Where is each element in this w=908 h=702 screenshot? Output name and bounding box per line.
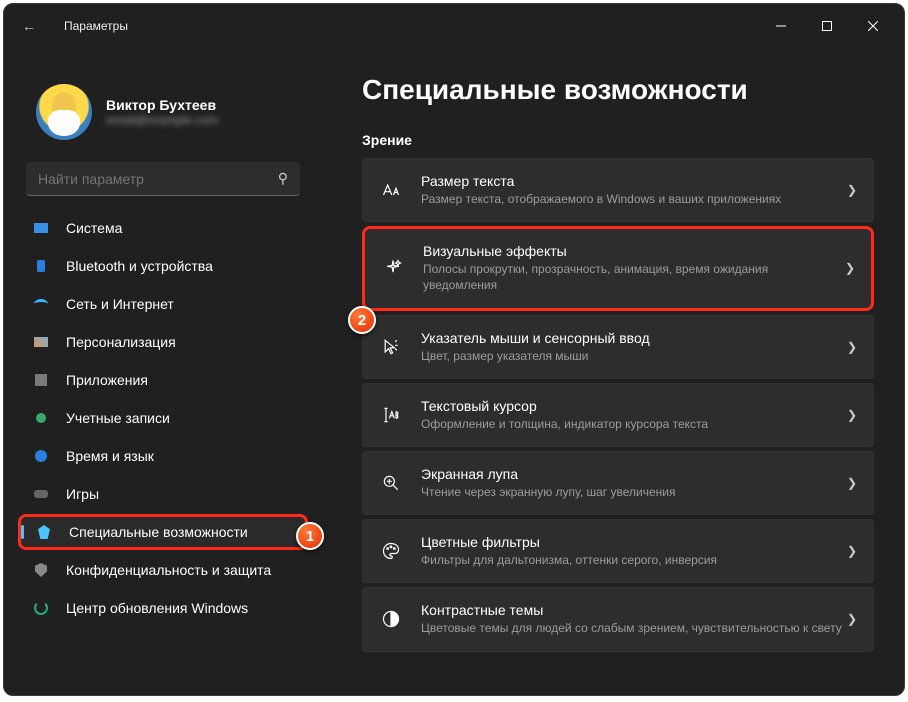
sidebar-item-label: Игры — [66, 486, 99, 502]
annotation-badge-1: 1 — [296, 522, 324, 550]
sidebar-item-accounts[interactable]: Учетные записи — [18, 400, 308, 436]
back-button[interactable]: ← — [22, 18, 46, 34]
close-button[interactable] — [850, 10, 896, 42]
card-subtitle: Фильтры для дальтонизма, оттенки серого,… — [421, 552, 847, 568]
accounts-icon — [32, 409, 50, 427]
card-visual-effects[interactable]: Визуальные эффекты Полосы прокрутки, про… — [362, 226, 874, 310]
chevron-right-icon: ❯ — [847, 408, 857, 422]
gamepad-icon — [32, 485, 50, 503]
user-info: Виктор Бухтеев email@example.com — [106, 97, 218, 127]
sidebar-item-label: Приложения — [66, 372, 148, 388]
window-title: Параметры — [64, 19, 128, 33]
sidebar-item-label: Bluetooth и устройства — [66, 258, 213, 274]
sidebar-item-label: Время и язык — [66, 448, 154, 464]
card-subtitle: Размер текста, отображаемого в Windows и… — [421, 191, 847, 207]
cursor-icon — [377, 337, 405, 357]
sidebar-item-privacy[interactable]: Конфиденциальность и защита — [18, 552, 308, 588]
card-title: Указатель мыши и сенсорный ввод — [421, 330, 847, 346]
accessibility-icon — [35, 523, 53, 541]
annotation-badge-2: 2 — [348, 306, 376, 334]
magnifier-icon — [377, 473, 405, 493]
maximize-button[interactable] — [804, 10, 850, 42]
sidebar-item-gaming[interactable]: Игры — [18, 476, 308, 512]
sidebar-item-label: Персонализация — [66, 334, 176, 350]
titlebar: ← Параметры — [4, 4, 904, 48]
card-mouse-pointer[interactable]: Указатель мыши и сенсорный ввод Цвет, ра… — [362, 315, 874, 379]
avatar — [36, 84, 92, 140]
card-subtitle: Цвет, размер указателя мыши — [421, 348, 847, 364]
card-subtitle: Цветовые темы для людей со слабым зрение… — [421, 620, 847, 636]
sparkle-icon — [379, 258, 407, 278]
sidebar-item-system[interactable]: Система — [18, 210, 308, 246]
globe-icon — [32, 447, 50, 465]
card-text: Размер текста Размер текста, отображаемо… — [421, 173, 847, 207]
sidebar-item-label: Сеть и Интернет — [66, 296, 174, 312]
sidebar-item-apps[interactable]: Приложения — [18, 362, 308, 398]
card-color-filters[interactable]: Цветные фильтры Фильтры для дальтонизма,… — [362, 519, 874, 583]
settings-window: ← Параметры Виктор Бухтеев email@example… — [3, 3, 905, 696]
card-title: Контрастные темы — [421, 602, 847, 618]
sidebar-item-personalization[interactable]: Персонализация — [18, 324, 308, 360]
sidebar-item-time-language[interactable]: Время и язык — [18, 438, 308, 474]
card-text-size[interactable]: Размер текста Размер текста, отображаемо… — [362, 158, 874, 222]
card-subtitle: Чтение через экранную лупу, шаг увеличен… — [421, 484, 847, 500]
contrast-icon — [377, 609, 405, 629]
window-controls — [758, 10, 896, 42]
card-text: Цветные фильтры Фильтры для дальтонизма,… — [421, 534, 847, 568]
page-title: Специальные возможности — [362, 74, 874, 106]
chevron-right-icon: ❯ — [847, 183, 857, 197]
sidebar-item-label: Учетные записи — [66, 410, 170, 426]
chevron-right-icon: ❯ — [845, 261, 855, 275]
sidebar-item-label: Центр обновления Windows — [66, 600, 248, 616]
sidebar: Виктор Бухтеев email@example.com ⚲ Систе… — [4, 48, 322, 695]
minimize-button[interactable] — [758, 10, 804, 42]
card-subtitle: Оформление и толщина, индикатор курсора … — [421, 416, 847, 432]
sidebar-item-label: Специальные возможности — [69, 524, 248, 540]
sidebar-item-network[interactable]: Сеть и Интернет — [18, 286, 308, 322]
content-area: Виктор Бухтеев email@example.com ⚲ Систе… — [4, 48, 904, 695]
card-text: Контрастные темы Цветовые темы для людей… — [421, 602, 847, 636]
card-title: Текстовый курсор — [421, 398, 847, 414]
user-name: Виктор Бухтеев — [106, 97, 218, 113]
paintbrush-icon — [32, 333, 50, 351]
card-subtitle: Полосы прокрутки, прозрачность, анимация… — [423, 261, 845, 293]
text-cursor-icon — [377, 405, 405, 425]
sidebar-item-windows-update[interactable]: Центр обновления Windows — [18, 590, 308, 626]
card-magnifier[interactable]: Экранная лупа Чтение через экранную лупу… — [362, 451, 874, 515]
search-icon: ⚲ — [278, 170, 288, 187]
sidebar-item-label: Система — [66, 220, 122, 236]
update-icon — [32, 599, 50, 617]
chevron-right-icon: ❯ — [847, 544, 857, 558]
card-title: Размер текста — [421, 173, 847, 189]
card-title: Визуальные эффекты — [423, 243, 845, 259]
sidebar-item-label: Конфиденциальность и защита — [66, 562, 271, 578]
user-email: email@example.com — [106, 113, 218, 127]
palette-icon — [377, 541, 405, 561]
apps-icon — [32, 371, 50, 389]
search-box[interactable]: ⚲ — [26, 162, 300, 196]
shield-icon — [32, 561, 50, 579]
text-size-icon — [377, 180, 405, 200]
card-title: Экранная лупа — [421, 466, 847, 482]
chevron-right-icon: ❯ — [847, 340, 857, 354]
card-title: Цветные фильтры — [421, 534, 847, 550]
section-label: Зрение — [362, 132, 874, 148]
card-contrast-themes[interactable]: Контрастные темы Цветовые темы для людей… — [362, 587, 874, 651]
card-text: Экранная лупа Чтение через экранную лупу… — [421, 466, 847, 500]
sidebar-item-accessibility[interactable]: Специальные возможности — [18, 514, 308, 550]
card-text: Текстовый курсор Оформление и толщина, и… — [421, 398, 847, 432]
nav-list: Система Bluetooth и устройства Сеть и Ин… — [18, 210, 308, 626]
bluetooth-icon — [32, 257, 50, 275]
monitor-icon — [32, 219, 50, 237]
search-input[interactable] — [38, 171, 278, 187]
sidebar-item-bluetooth[interactable]: Bluetooth и устройства — [18, 248, 308, 284]
wifi-icon — [32, 295, 50, 313]
card-text: Визуальные эффекты Полосы прокрутки, про… — [423, 243, 845, 293]
chevron-right-icon: ❯ — [847, 476, 857, 490]
card-text-cursor[interactable]: Текстовый курсор Оформление и толщина, и… — [362, 383, 874, 447]
main-panel: Специальные возможности Зрение Размер те… — [322, 48, 904, 695]
chevron-right-icon: ❯ — [847, 612, 857, 626]
card-text: Указатель мыши и сенсорный ввод Цвет, ра… — [421, 330, 847, 364]
user-profile[interactable]: Виктор Бухтеев email@example.com — [36, 84, 308, 140]
